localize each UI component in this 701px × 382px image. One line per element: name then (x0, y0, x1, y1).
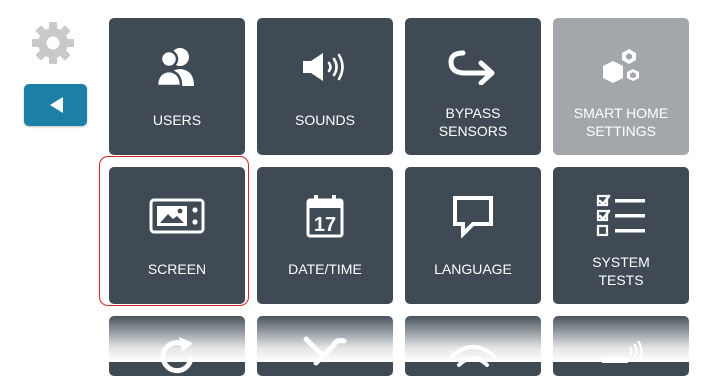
tile-smart-home-settings: SMART HOME SETTINGS (553, 18, 689, 155)
tile-users[interactable]: USERS (109, 18, 245, 155)
calendar-icon: 17 (257, 191, 393, 241)
back-button[interactable] (24, 84, 87, 126)
tile-screen[interactable]: SCREEN (109, 167, 245, 304)
tile-label: LANGUAGE (434, 261, 512, 277)
tile-sounds[interactable]: SOUNDS (257, 18, 393, 155)
checklist-icon (553, 191, 689, 241)
gear-icon (31, 21, 75, 65)
tile-system-tests[interactable]: SYSTEM TESTS (553, 167, 689, 304)
bypass-arrow-icon (405, 42, 541, 92)
tile-label: BYPASS SENSORS (438, 105, 508, 139)
screen-icon (109, 191, 245, 241)
speaker-icon (257, 42, 393, 92)
tile-label: DATE/TIME (288, 261, 362, 277)
tile-label: SOUNDS (295, 112, 355, 128)
calendar-day: 17 (314, 214, 336, 236)
tile-bypass-sensors[interactable]: BYPASS SENSORS (405, 18, 541, 155)
triangle-left-icon (49, 97, 63, 113)
scroll-fade (0, 314, 701, 362)
tile-label: SMART HOME SETTINGS (573, 105, 669, 139)
tile-language[interactable]: LANGUAGE (405, 167, 541, 304)
tile-label: SYSTEM TESTS (592, 254, 650, 288)
tile-label: SCREEN (147, 261, 207, 277)
tile-date-time[interactable]: 17 DATE/TIME (257, 167, 393, 304)
smart-home-icon (553, 42, 689, 92)
users-icon (109, 42, 245, 92)
tile-label: USERS (152, 112, 202, 128)
speech-bubble-icon (405, 191, 541, 241)
